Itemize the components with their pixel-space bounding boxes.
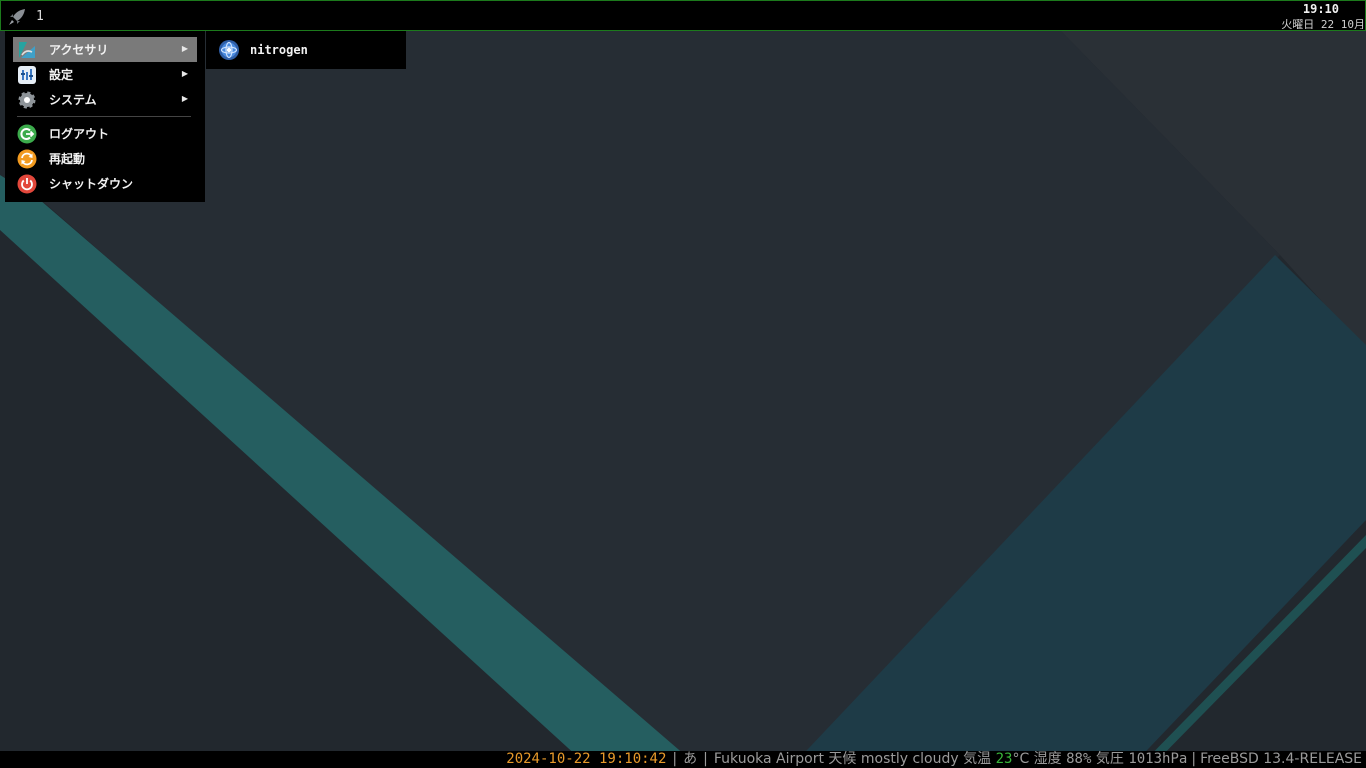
status-os: FreeBSD 13.4-RELEASE (1200, 751, 1362, 767)
status-datetime: 2024-10-22 19:10:42 (506, 751, 667, 767)
status-ime: あ (683, 751, 698, 767)
submenu-arrow-icon: ▶ (181, 44, 188, 53)
status-divider: | (672, 751, 678, 767)
nitrogen-icon (219, 39, 239, 60)
clock-time: 19:10 (1302, 2, 1339, 16)
status-bar-content: 2024-10-22 19:10:42 | あ | Fukuoka Airport 天候… (506, 751, 1362, 768)
status-temp-unit: °C (1012, 751, 1030, 767)
system-gear-icon (18, 91, 36, 108)
settings-icon (18, 65, 36, 84)
status-temp-label: 気温 (963, 751, 992, 767)
status-pressure: 1013hPa (1128, 751, 1188, 767)
root-menu: アクセサリ ▶ 設定 ▶ システム ▶ ログアウト 再起動 シャットダウン (5, 31, 205, 202)
logout-icon (17, 124, 37, 143)
status-location: Fukuoka Airport (713, 751, 824, 767)
menu-item-logout[interactable]: ログアウト (13, 121, 197, 146)
menu-item-label: アクセサリ (49, 43, 109, 57)
status-pressure-label: 気圧 (1095, 751, 1124, 767)
accessories-icon (19, 41, 35, 58)
status-divider: | (703, 751, 708, 767)
menu-item-label: シャットダウン (49, 177, 134, 191)
status-bar: 2024-10-22 19:10:42 | あ | Fukuoka Airport 天候… (0, 751, 1366, 768)
menu-separator (17, 116, 191, 117)
status-humidity-label: 湿度 (1033, 751, 1062, 767)
top-panel: 1 19:10 火曜日 22 10月 (0, 0, 1366, 31)
menu-item-label: nitrogen (250, 42, 308, 57)
shutdown-icon (17, 174, 37, 193)
workspace-indicator[interactable]: 1 (36, 9, 44, 24)
status-temp: 23 (995, 751, 1013, 767)
submenu-arrow-icon: ▶ (181, 69, 188, 78)
status-divider: | (1191, 751, 1197, 767)
menu-item-label: 再起動 (49, 152, 86, 166)
menu-item-shutdown[interactable]: シャットダウン (13, 171, 197, 196)
menu-item-restart[interactable]: 再起動 (13, 146, 197, 171)
rocket-launcher-icon[interactable] (7, 7, 27, 27)
menu-item-accessories[interactable]: アクセサリ ▶ (13, 37, 197, 62)
menu-item-label: システム (49, 93, 97, 107)
menu-item-label: ログアウト (49, 127, 110, 141)
accessories-submenu: nitrogen (206, 31, 406, 69)
clock-date: 火曜日 22 10月 (1281, 18, 1365, 29)
menu-item-label: 設定 (49, 68, 74, 82)
menu-item-nitrogen[interactable]: nitrogen (214, 37, 398, 62)
restart-icon (17, 149, 37, 168)
menu-item-system[interactable]: システム ▶ (13, 87, 197, 112)
status-weather: mostly cloudy (860, 751, 959, 767)
status-humidity: 88% (1066, 751, 1092, 767)
status-weather-label: 天候 (828, 751, 857, 767)
menu-item-settings[interactable]: 設定 ▶ (13, 62, 197, 87)
submenu-arrow-icon: ▶ (181, 94, 188, 103)
